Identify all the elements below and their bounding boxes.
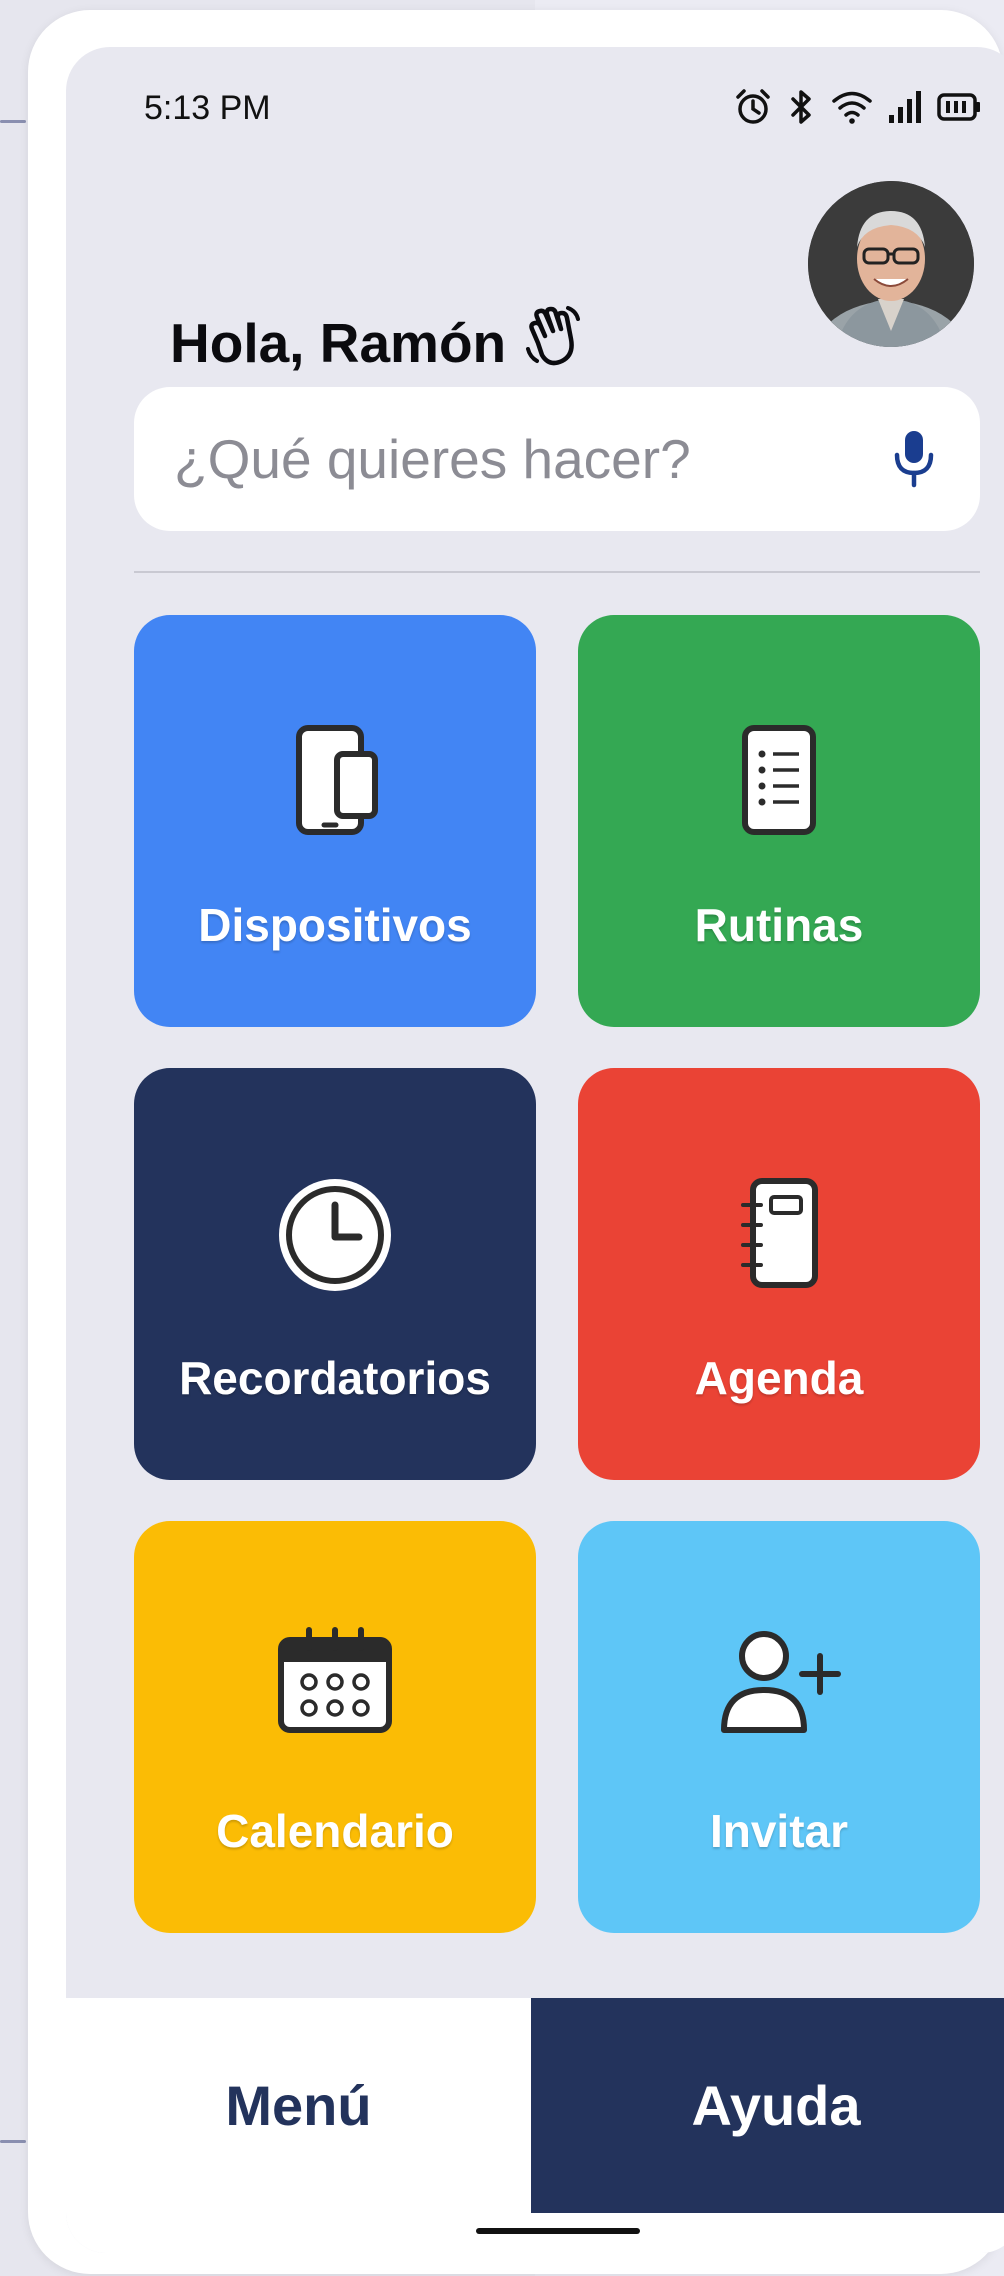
divider <box>134 571 980 573</box>
battery-icon <box>937 92 981 122</box>
tile-label: Recordatorios <box>179 1352 491 1404</box>
phone-screen: 5:13 PM Hola, Ramón ¿Qué quieres hacer? … <box>66 47 1004 2253</box>
tile-label: Agenda <box>694 1352 864 1404</box>
status-icons <box>733 87 981 127</box>
tile-label: Rutinas <box>694 899 864 951</box>
wifi-icon <box>831 89 873 125</box>
list-icon <box>578 720 980 840</box>
tile-label: Calendario <box>216 1805 454 1857</box>
search-input[interactable] <box>172 426 888 492</box>
backdrop-mark <box>0 2140 26 2143</box>
tile-rutinas[interactable]: Rutinas <box>578 615 980 1027</box>
alarm-icon <box>733 87 773 127</box>
devices-icon <box>134 720 536 840</box>
status-time: 5:13 PM <box>144 89 271 127</box>
status-bar: 5:13 PM <box>66 47 1004 157</box>
home-indicator[interactable] <box>476 2228 640 2234</box>
phone-frame: 5:13 PM Hola, Ramón ¿Qué quieres hacer? … <box>28 10 1004 2274</box>
tile-recordatorios[interactable]: Recordatorios <box>134 1068 536 1480</box>
add-user-icon <box>578 1626 980 1736</box>
tile-agenda[interactable]: Agenda <box>578 1068 980 1480</box>
notebook-icon <box>578 1173 980 1293</box>
signal-icon <box>887 89 923 125</box>
greeting-text: Hola, Ramón <box>170 311 507 374</box>
bluetooth-icon <box>787 87 817 127</box>
tile-label: Dispositivos <box>198 899 472 951</box>
user-avatar[interactable] <box>808 181 974 347</box>
tile-calendario[interactable]: Calendario <box>134 1521 536 1933</box>
clock-icon <box>134 1173 536 1297</box>
search-bar[interactable] <box>134 387 980 531</box>
calendar-icon <box>134 1626 536 1736</box>
backdrop-mark <box>0 120 26 123</box>
waving-hand-icon <box>524 305 582 380</box>
help-button[interactable]: Ayuda <box>531 1998 1004 2213</box>
menu-button[interactable]: Menú <box>66 1998 531 2213</box>
microphone-icon[interactable] <box>888 429 940 489</box>
greeting-heading: Hola, Ramón <box>170 305 582 380</box>
tile-dispositivos[interactable]: Dispositivos <box>134 615 536 1027</box>
tile-label: Invitar <box>709 1805 849 1857</box>
tile-invitar[interactable]: Invitar <box>578 1521 980 1933</box>
